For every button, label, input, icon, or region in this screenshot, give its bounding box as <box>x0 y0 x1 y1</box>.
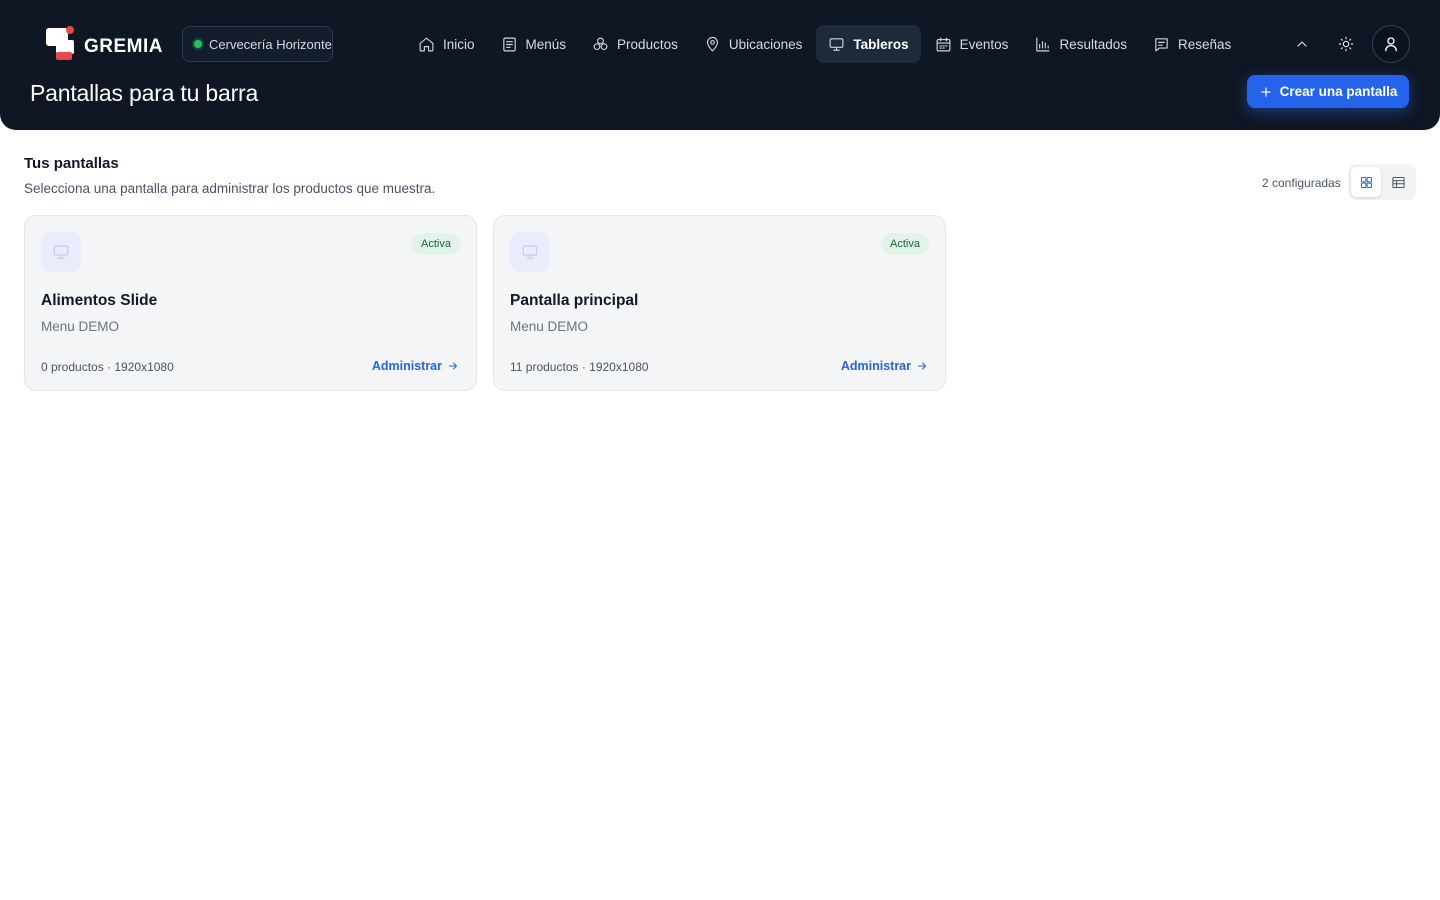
nav-item-tableros[interactable]: Tableros <box>816 25 921 63</box>
products-icon <box>593 37 608 50</box>
calendar-icon <box>936 37 951 51</box>
nav-label: Inicio <box>443 36 475 52</box>
arrow-right-icon <box>918 362 926 370</box>
home-icon <box>419 37 434 51</box>
manage-screen-link[interactable]: Administrar <box>372 359 459 373</box>
nav-label: Ubicaciones <box>728 36 803 52</box>
screen-card[interactable]: Activa Alimentos Slide Menu DEMO 0 produ… <box>24 215 477 391</box>
review-icon <box>1155 37 1168 51</box>
nav-item-resenas[interactable]: Reseñas <box>1141 25 1243 63</box>
nav-label: Productos <box>617 36 678 52</box>
screen-thumbnail <box>510 232 550 272</box>
nav-label: Reseñas <box>1177 36 1232 52</box>
nav-item-productos[interactable]: Productos <box>580 25 690 63</box>
nav-item-resultados[interactable]: Resultados <box>1022 25 1139 63</box>
screen-menu: Menu DEMO <box>510 319 589 334</box>
grid-view-button[interactable] <box>1351 167 1381 197</box>
theme-toggle-button[interactable] <box>1332 30 1360 58</box>
brand-name: GREMIA <box>84 36 163 57</box>
screen-meta: 11 productos · 1920x1080 <box>510 360 649 374</box>
screen-name: Alimentos Slide <box>41 292 158 309</box>
nav-item-ubicaciones[interactable]: Ubicaciones <box>692 25 815 63</box>
status-dot-icon <box>194 40 202 48</box>
chevron-up-icon <box>1297 41 1307 47</box>
nav-label: Resultados <box>1059 36 1127 52</box>
screen-thumbnail <box>41 232 81 272</box>
table-view-button[interactable] <box>1383 167 1413 197</box>
create-screen-label: Crear una pantalla <box>1279 84 1398 99</box>
grid-icon <box>1360 176 1372 188</box>
nav-label: Tableros <box>853 36 909 52</box>
map-pin-icon <box>706 36 718 51</box>
nav-item-menus[interactable]: Menús <box>489 25 579 63</box>
page-title: Pantallas para tu barra <box>30 80 259 106</box>
plus-icon <box>1260 86 1271 97</box>
screens-count: 2 configuradas <box>1262 176 1341 190</box>
nav-item-eventos[interactable]: Eventos <box>923 25 1021 63</box>
organization-name: Cervecería Horizonte <box>209 36 332 52</box>
bar-chart-icon <box>1036 37 1050 51</box>
logo-mark-icon <box>44 26 76 62</box>
manage-label: Administrar <box>371 359 442 373</box>
monitor-icon <box>829 37 844 51</box>
view-toggle <box>1348 164 1416 200</box>
status-badge: Activa <box>881 233 929 255</box>
menu-doc-icon <box>502 37 516 51</box>
top-header: GREMIA Cervecería Horizonte Inicio Menús… <box>0 0 1440 130</box>
status-badge: Activa <box>412 233 460 255</box>
monitor-icon <box>53 245 69 259</box>
screen-meta: 0 productos · 1920x1080 <box>41 360 174 374</box>
sun-icon <box>1338 36 1354 52</box>
nav-item-inicio[interactable]: Inicio <box>406 25 487 63</box>
nav-label: Eventos <box>959 36 1009 52</box>
screen-menu: Menu DEMO <box>41 319 120 334</box>
manage-label: Administrar <box>840 359 911 373</box>
screen-name: Pantalla principal <box>510 292 639 309</box>
organization-selector[interactable]: Cervecería Horizonte <box>182 26 333 62</box>
monitor-icon <box>522 245 538 259</box>
create-screen-button[interactable]: Crear una pantalla <box>1247 75 1409 108</box>
table-icon <box>1391 176 1405 188</box>
brand-logo[interactable]: GREMIA <box>44 26 163 62</box>
manage-screen-link[interactable]: Administrar <box>841 359 928 373</box>
section-title: Tus pantallas <box>24 155 119 172</box>
nav-label: Menús <box>525 36 567 52</box>
user-avatar-button[interactable] <box>1372 25 1410 63</box>
user-icon <box>1385 37 1397 52</box>
main-nav: Inicio Menús Productos Ubicaciones Table… <box>406 25 1243 63</box>
section-subtitle: Selecciona una pantalla para administrar… <box>24 181 436 196</box>
collapse-header-button[interactable] <box>1288 30 1316 58</box>
arrow-right-icon <box>449 362 457 370</box>
screen-card[interactable]: Activa Pantalla principal Menu DEMO 11 p… <box>493 215 946 391</box>
